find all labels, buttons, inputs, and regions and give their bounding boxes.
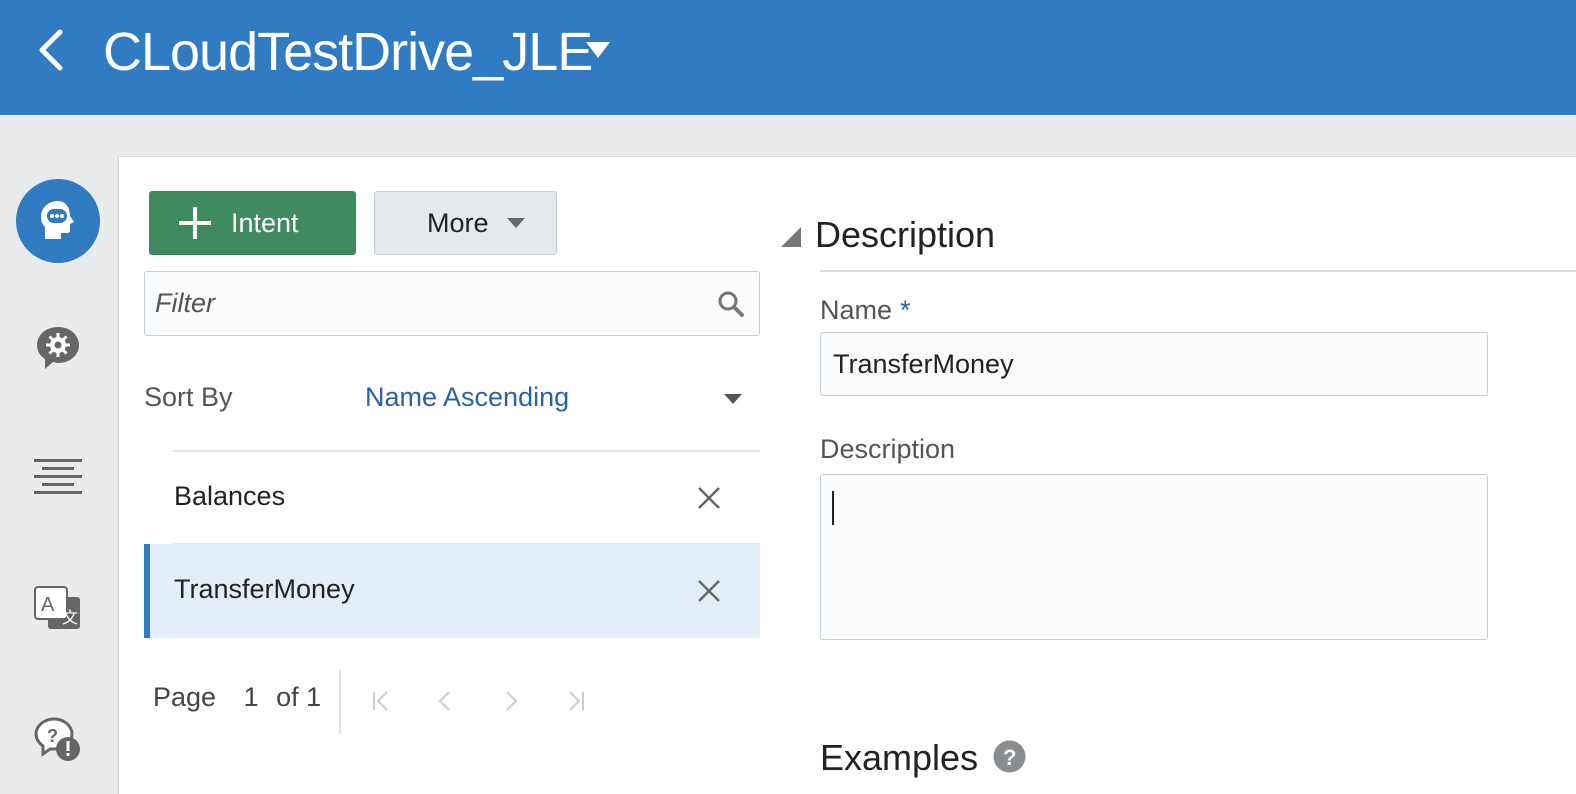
- help-icon[interactable]: ?: [993, 740, 1026, 773]
- svg-text:?: ?: [1003, 745, 1016, 770]
- lines-icon: [34, 459, 82, 494]
- pagination-info: Page 1 of 1: [153, 682, 331, 713]
- close-icon[interactable]: [696, 578, 722, 604]
- name-field-label: Name *: [820, 295, 911, 326]
- nav-resource-bundles[interactable]: A 文: [16, 567, 100, 651]
- add-intent-label: Intent: [231, 207, 299, 238]
- first-page-icon[interactable]: [370, 688, 392, 714]
- svg-text:?: ?: [47, 726, 58, 746]
- collapse-toggle-icon[interactable]: [780, 226, 802, 248]
- intent-list-item-selected[interactable]: TransferMoney: [144, 544, 760, 638]
- intent-list-item[interactable]: Balances: [144, 451, 760, 545]
- sort-by-select[interactable]: Name Ascending: [365, 376, 760, 420]
- left-nav-rail: A 文 ?: [0, 115, 118, 794]
- name-label-text: Name: [820, 295, 893, 325]
- more-label: More: [427, 207, 489, 238]
- filter-field: [144, 271, 760, 336]
- previous-page-icon[interactable]: [434, 688, 456, 714]
- name-input[interactable]: [820, 332, 1488, 396]
- caret-down-icon: [586, 42, 610, 58]
- nav-entities[interactable]: [16, 305, 100, 389]
- add-intent-button[interactable]: Intent: [149, 191, 356, 255]
- translate-icon: A 文: [34, 586, 80, 629]
- description-field-label: Description: [820, 434, 956, 464]
- sort-by-label: Sort By: [144, 382, 233, 412]
- more-button[interactable]: More: [374, 191, 557, 255]
- title-menu-button[interactable]: [583, 38, 613, 62]
- nav-qna[interactable]: ?: [16, 697, 100, 781]
- search-icon[interactable]: [717, 290, 745, 318]
- description-textarea[interactable]: [820, 474, 1488, 640]
- examples-title: Examples: [820, 737, 979, 778]
- chevron-left-icon: [39, 29, 63, 71]
- app-title: CLoudTestDrive_JLE: [103, 22, 593, 82]
- page-total: of 1: [276, 682, 322, 712]
- head-chat-icon: [41, 201, 74, 239]
- next-page-icon[interactable]: [500, 688, 522, 714]
- intent-name: TransferMoney: [174, 574, 355, 604]
- last-page-icon[interactable]: [565, 688, 587, 714]
- svg-text:A: A: [41, 594, 55, 616]
- nav-flows[interactable]: [16, 437, 100, 521]
- section-divider: [820, 270, 1576, 272]
- chat-gear-icon: [37, 327, 79, 369]
- svg-text:文: 文: [62, 609, 78, 627]
- close-icon[interactable]: [696, 485, 722, 511]
- back-button[interactable]: [30, 24, 74, 76]
- intent-name: Balances: [174, 481, 286, 511]
- app-header: CLoudTestDrive_JLE: [0, 0, 1576, 115]
- filter-input[interactable]: [145, 272, 685, 335]
- caret-down-icon: [724, 394, 742, 404]
- plus-icon: [179, 207, 211, 239]
- help-chat-icon: ?: [34, 717, 80, 761]
- text-cursor: [832, 491, 834, 525]
- nav-intents[interactable]: [16, 179, 100, 263]
- section-title: Description: [815, 214, 996, 255]
- pager-divider: [339, 670, 341, 734]
- sort-by-value: Name Ascending: [365, 382, 570, 412]
- page-label: Page: [153, 682, 217, 712]
- caret-down-icon: [506, 218, 525, 228]
- required-indicator: *: [900, 295, 911, 325]
- page-current: 1: [243, 682, 259, 712]
